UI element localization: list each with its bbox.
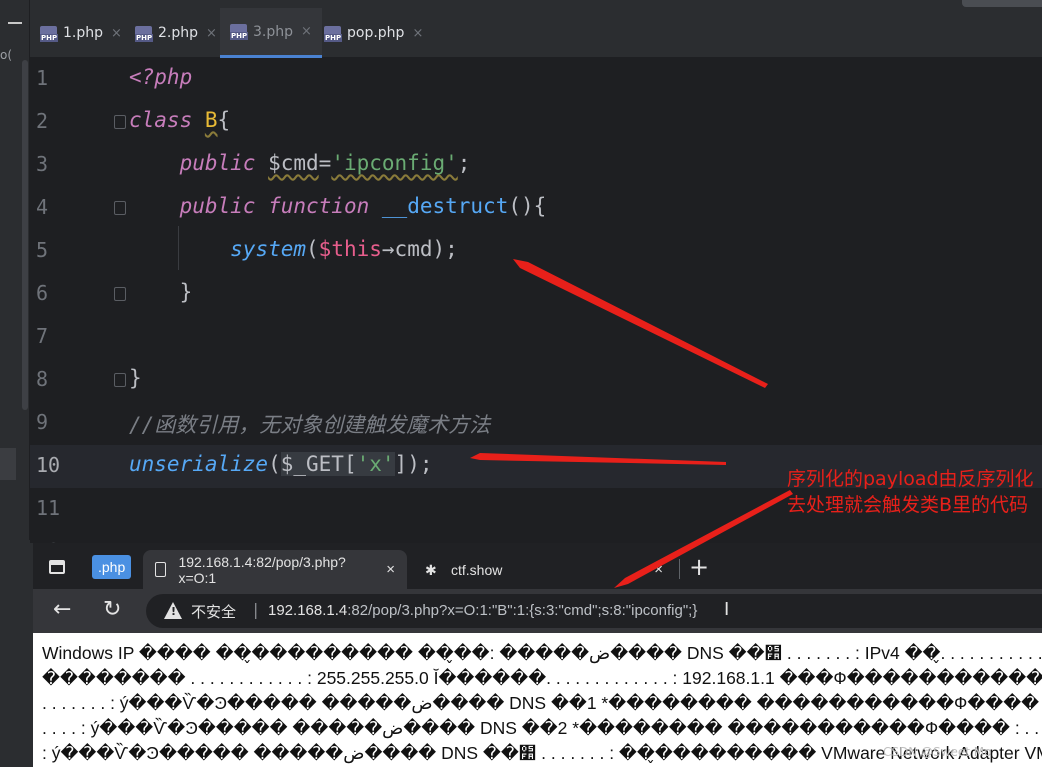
line-number: 2 (36, 109, 49, 133)
php-tab-group-badge[interactable]: .php (92, 555, 132, 579)
divider: | (253, 600, 259, 619)
browser-tab-bar: .php 192.168.1.4:82/pop/3.php?x=O:1 × ✱ … (33, 543, 1042, 589)
tool-window-strip: o( (0, 0, 30, 540)
side-selection-marker (0, 448, 16, 480)
close-icon[interactable]: × (654, 561, 663, 578)
code-line[interactable]: 1 <?php (30, 58, 1042, 101)
code-text: } (129, 366, 142, 390)
line-number: 7 (36, 324, 49, 348)
side-scrollbar[interactable] (22, 60, 28, 410)
line-number: 9 (36, 410, 49, 434)
line-number: 11 (36, 496, 61, 520)
close-icon[interactable]: × (301, 24, 312, 39)
php-file-icon (324, 25, 343, 42)
browser-toolbar: ← ↻ 不安全 | 192.168.1.4:82/pop/3.php?x=O:1… (33, 589, 1042, 633)
tab-label: pop.php (347, 25, 405, 41)
code-text: class B{ (129, 108, 231, 132)
document-icon (155, 562, 167, 577)
tab-ctf-show[interactable]: ✱ ctf.show × (413, 550, 675, 589)
code-line[interactable]: 3 public $cmd='ipconfig'; (30, 144, 1042, 187)
tab-actions-icon[interactable] (49, 560, 65, 574)
code-line[interactable]: 4 public function __destruct(){ (30, 187, 1042, 230)
tab-3-php[interactable]: 3.php × (220, 8, 322, 58)
annotation-text: 序列化的payload由反序列化去处理就会触发类B里的代码 (787, 468, 1034, 516)
line-number: 1 (36, 66, 49, 90)
line-number: 8 (36, 367, 49, 391)
new-tab-button[interactable]: + (689, 553, 709, 581)
tab-label: 3.php (253, 23, 294, 40)
window-control-button[interactable] (962, 0, 1042, 7)
address-bar[interactable]: 不安全 | 192.168.1.4:82/pop/3.php?x=O:1:"B"… (146, 594, 1042, 628)
browser-tab-label: 192.168.1.4:82/pop/3.php?x=O:1 (178, 553, 346, 586)
code-line[interactable]: 2 class B{ (30, 101, 1042, 144)
browser-window: .php 192.168.1.4:82/pop/3.php?x=O:1 × ✱ … (33, 543, 1042, 767)
line-number: 10 (36, 453, 61, 477)
tab-label: 1.php (63, 25, 104, 41)
code-line[interactable]: 7 (30, 316, 1042, 359)
code-line[interactable]: 6 } (30, 273, 1042, 316)
reload-button[interactable]: ↻ (103, 597, 121, 622)
code-text: unserialize($_GET['x']); (129, 452, 433, 476)
close-icon[interactable]: × (412, 26, 423, 41)
output-line: . . . . : ý���Ѷ�Ͽ����� �����ض���� DNS ��… (42, 718, 1040, 738)
indent-guide (178, 226, 179, 270)
browser-tab-label: ctf.show (451, 561, 503, 578)
back-button[interactable]: ← (53, 597, 71, 622)
output-line: Windows IP ���� ��̬��������� ��̬��: ����… (42, 643, 1042, 663)
page-content: Windows IP ���� ��̬��������� ��̬��: ����… (33, 633, 1042, 767)
php-file-icon (230, 24, 249, 40)
fold-icon[interactable] (114, 373, 126, 387)
close-icon[interactable]: × (206, 26, 217, 41)
code-text: <?php (129, 65, 193, 89)
tab-1-php[interactable]: 1.php × (30, 8, 132, 58)
url-text[interactable]: 192.168.1.4:82/pop/3.php?x=O:1:"B":1:{s:… (268, 602, 697, 619)
text-cursor-icon: I (724, 599, 730, 620)
line-number: 3 (36, 152, 49, 176)
code-line[interactable]: 8 } (30, 359, 1042, 402)
php-file-icon (135, 25, 154, 42)
code-line[interactable]: 5 system($this→cmd); (30, 230, 1042, 273)
code-line[interactable]: 9 //函数引用，无对象创建触发魔术方法 (30, 402, 1042, 445)
side-panel-fragment: o( (0, 48, 13, 62)
php-file-icon (40, 25, 59, 42)
close-icon[interactable]: × (386, 561, 395, 578)
minimize-icon[interactable] (8, 22, 22, 24)
code-text: } (179, 280, 193, 304)
output-line: �������� . . . . . . . . . . . . : 255.2… (42, 668, 1042, 688)
fold-icon[interactable] (114, 287, 126, 301)
code-comment: //函数引用，无对象创建触发魔术方法 (129, 413, 491, 437)
line-number: 6 (36, 281, 49, 305)
warning-icon[interactable] (164, 602, 182, 619)
fold-icon[interactable] (114, 201, 126, 215)
line-number: 4 (36, 195, 49, 219)
ctf-logo-icon: ✱ (425, 561, 437, 578)
output-line: . . . . . . . : ý���Ѷ�Ͽ����� �����ض���� … (42, 693, 1042, 713)
tab-2-php[interactable]: 2.php × (125, 8, 227, 58)
tab-3-php-page[interactable]: 192.168.1.4:82/pop/3.php?x=O:1 × (143, 550, 407, 589)
fold-icon[interactable] (114, 115, 126, 129)
code-text: public function __destruct(){ (179, 194, 547, 218)
tab-label: 2.php (158, 25, 199, 41)
tab-separator (679, 559, 680, 579)
line-number: 5 (36, 238, 49, 262)
watermark: CSDN @Sweet Mo (883, 745, 992, 759)
security-status[interactable]: 不安全 (191, 601, 236, 622)
tab-pop-php[interactable]: pop.php × (314, 8, 433, 58)
close-icon[interactable]: × (111, 26, 122, 41)
editor-tab-bar: 1.php × 2.php × 3.php × pop.php × (30, 8, 1042, 58)
code-text: public $cmd='ipconfig'; (179, 151, 471, 175)
